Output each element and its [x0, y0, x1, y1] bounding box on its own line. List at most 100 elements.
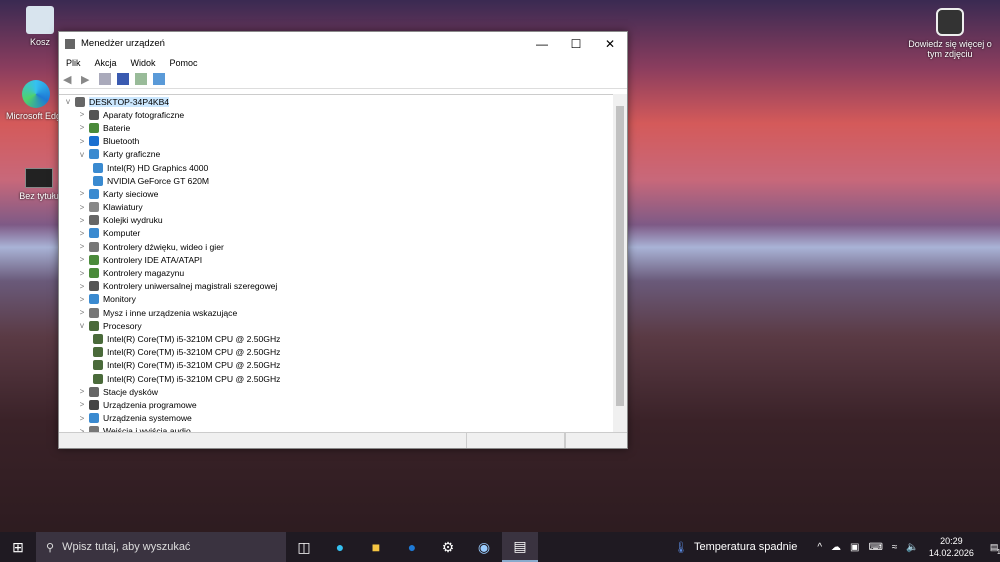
close-button[interactable]: ✕: [593, 37, 627, 51]
desktop-icon-recycle-bin[interactable]: Kosz: [20, 6, 60, 47]
start-button[interactable]: ⊞: [0, 532, 36, 562]
back-icon[interactable]: ◀: [63, 73, 75, 86]
settings-icon[interactable]: ⚙: [430, 532, 466, 562]
tree-item[interactable]: > Monitory: [59, 293, 613, 306]
collapse-chevron-icon[interactable]: v: [77, 150, 87, 159]
chevron-up-icon[interactable]: ^: [817, 542, 822, 553]
onedrive-icon[interactable]: ☁: [831, 542, 841, 553]
file-explorer-icon[interactable]: ■: [358, 532, 394, 562]
tree-item[interactable]: > Mysz i inne urządzenia wskazujące: [59, 306, 613, 319]
collapse-chevron-icon[interactable]: v: [77, 321, 87, 330]
tree-item-label: Kontrolery dźwięku, wideo i gier: [103, 241, 224, 252]
clock[interactable]: 20:29 14.02.2026: [929, 535, 974, 559]
keyboard-icon[interactable]: ⌨: [868, 542, 882, 553]
help-icon[interactable]: [117, 73, 129, 85]
expand-chevron-icon[interactable]: >: [77, 282, 87, 291]
tree-item[interactable]: Intel(R) Core(TM) i5-3210M CPU @ 2.50GHz: [59, 359, 613, 372]
tree-item[interactable]: > Aparaty fotograficzne: [59, 108, 613, 121]
device-icon: [89, 136, 99, 147]
tree-item-label: Mysz i inne urządzenia wskazujące: [103, 307, 238, 318]
expand-chevron-icon[interactable]: >: [77, 414, 87, 423]
expand-chevron-icon[interactable]: >: [77, 400, 87, 409]
expand-chevron-icon[interactable]: >: [77, 137, 87, 146]
scan-hardware-icon[interactable]: [153, 73, 165, 85]
notifications-button[interactable]: ▤ 1: [990, 542, 1000, 556]
taskbar: ⊞ ⚲ Wpisz tutaj, aby wyszukać ◫ ● ■ ● ⚙ ◉…: [0, 532, 1000, 562]
forward-icon[interactable]: ▶: [81, 73, 93, 86]
tree-item[interactable]: > Kontrolery uniwersalnej magistrali szer…: [59, 280, 613, 293]
camera-icon[interactable]: ▣: [850, 542, 859, 553]
update-driver-icon[interactable]: [135, 73, 147, 85]
expand-chevron-icon[interactable]: >: [77, 255, 87, 264]
outlook-icon[interactable]: ●: [394, 532, 430, 562]
expand-chevron-icon[interactable]: >: [77, 216, 87, 225]
device-icon: [89, 294, 99, 305]
minimize-button[interactable]: —: [525, 37, 559, 51]
expand-chevron-icon[interactable]: >: [77, 269, 87, 278]
photo-info-button[interactable]: Dowiedz się więcej o tym zdjęciu: [905, 8, 995, 59]
menu-plik[interactable]: Plik: [66, 58, 81, 68]
tree-item[interactable]: > Urządzenia systemowe: [59, 412, 613, 425]
wifi-icon[interactable]: ≈: [892, 542, 898, 553]
tree-item[interactable]: Intel(R) Core(TM) i5-3210M CPU @ 2.50GHz: [59, 372, 613, 385]
desktop-icon-file[interactable]: Bez tytułu: [18, 168, 60, 201]
tree-item-label: Intel(R) HD Graphics 4000: [107, 162, 209, 173]
desktop-icon-edge[interactable]: Microsoft Edge: [6, 80, 66, 121]
tree-item[interactable]: > Stacje dysków: [59, 385, 613, 398]
tree-item[interactable]: > Kontrolery IDE ATA/ATAPI: [59, 253, 613, 266]
task-view-icon[interactable]: ◫: [286, 532, 322, 562]
collapse-chevron-icon[interactable]: v: [63, 97, 73, 106]
expand-chevron-icon[interactable]: >: [77, 110, 87, 119]
tree-item-label: Bluetooth: [103, 136, 140, 147]
properties-icon[interactable]: [99, 73, 111, 85]
menu-bar: Plik Akcja Widok Pomoc: [59, 55, 627, 70]
menu-akcja[interactable]: Akcja: [95, 58, 117, 68]
tree-item-label: Kontrolery uniwersalnej magistrali szere…: [103, 281, 278, 292]
tree-item[interactable]: > Wejścia i wyjścia audio: [59, 425, 613, 432]
edge-taskbar-icon[interactable]: ●: [322, 532, 358, 562]
tree-item[interactable]: v Karty graficzne: [59, 148, 613, 161]
expand-chevron-icon[interactable]: >: [77, 229, 87, 238]
weather-widget[interactable]: 🌡 Temperatura spadnie: [674, 541, 797, 554]
tree-item[interactable]: > Karty sieciowe: [59, 187, 613, 200]
tree-item-label: NVIDIA GeForce GT 620M: [107, 175, 210, 186]
tree-item[interactable]: NVIDIA GeForce GT 620M: [59, 174, 613, 187]
expand-chevron-icon[interactable]: >: [77, 295, 87, 304]
tree-item[interactable]: > Baterie: [59, 121, 613, 134]
expand-chevron-icon[interactable]: >: [77, 242, 87, 251]
app-icon[interactable]: ◉: [466, 532, 502, 562]
tree-item[interactable]: Intel(R) Core(TM) i5-3210M CPU @ 2.50GHz: [59, 346, 613, 359]
tree-item[interactable]: > Bluetooth: [59, 135, 613, 148]
volume-icon[interactable]: 🔈: [906, 542, 918, 553]
device-manager-window: Menedżer urządzeń — ☐ ✕ Plik Akcja Widok P…: [58, 31, 628, 449]
maximize-button[interactable]: ☐: [559, 37, 593, 51]
tree-item[interactable]: > Kontrolery magazynu: [59, 266, 613, 279]
expand-chevron-icon[interactable]: >: [77, 203, 87, 212]
tree-item-label: Komputer: [103, 228, 141, 239]
menu-pomoc[interactable]: Pomoc: [170, 58, 198, 68]
expand-chevron-icon[interactable]: >: [77, 387, 87, 396]
expand-chevron-icon[interactable]: >: [77, 189, 87, 198]
device-icon: [89, 399, 99, 410]
tree-item[interactable]: Intel(R) Core(TM) i5-3210M CPU @ 2.50GHz: [59, 332, 613, 345]
search-box[interactable]: ⚲ Wpisz tutaj, aby wyszukać: [36, 532, 286, 562]
toolbar: ◀ ▶: [59, 70, 627, 89]
tree-item[interactable]: > Kolejki wydruku: [59, 214, 613, 227]
tree-item[interactable]: Intel(R) HD Graphics 4000: [59, 161, 613, 174]
tree-item-label: Klawiatury: [103, 202, 143, 213]
tree-item[interactable]: v Procesory: [59, 319, 613, 332]
tree-root[interactable]: v DESKTOP-34P4KB4: [59, 95, 613, 108]
device-manager-taskbar-icon[interactable]: ▤: [502, 532, 538, 562]
tree-item[interactable]: > Kontrolery dźwięku, wideo i gier: [59, 240, 613, 253]
device-icon: [89, 228, 99, 239]
expand-chevron-icon[interactable]: >: [77, 308, 87, 317]
expand-chevron-icon[interactable]: >: [77, 123, 87, 132]
scrollbar-thumb[interactable]: [616, 106, 624, 406]
tree-item-label: Kontrolery magazynu: [103, 268, 185, 279]
tree-item[interactable]: > Klawiatury: [59, 201, 613, 214]
device-icon: [89, 307, 99, 318]
tree-item[interactable]: > Komputer: [59, 227, 613, 240]
tree-item[interactable]: > Urządzenia programowe: [59, 398, 613, 411]
vertical-scrollbar[interactable]: [613, 94, 627, 432]
menu-widok[interactable]: Widok: [131, 58, 156, 68]
